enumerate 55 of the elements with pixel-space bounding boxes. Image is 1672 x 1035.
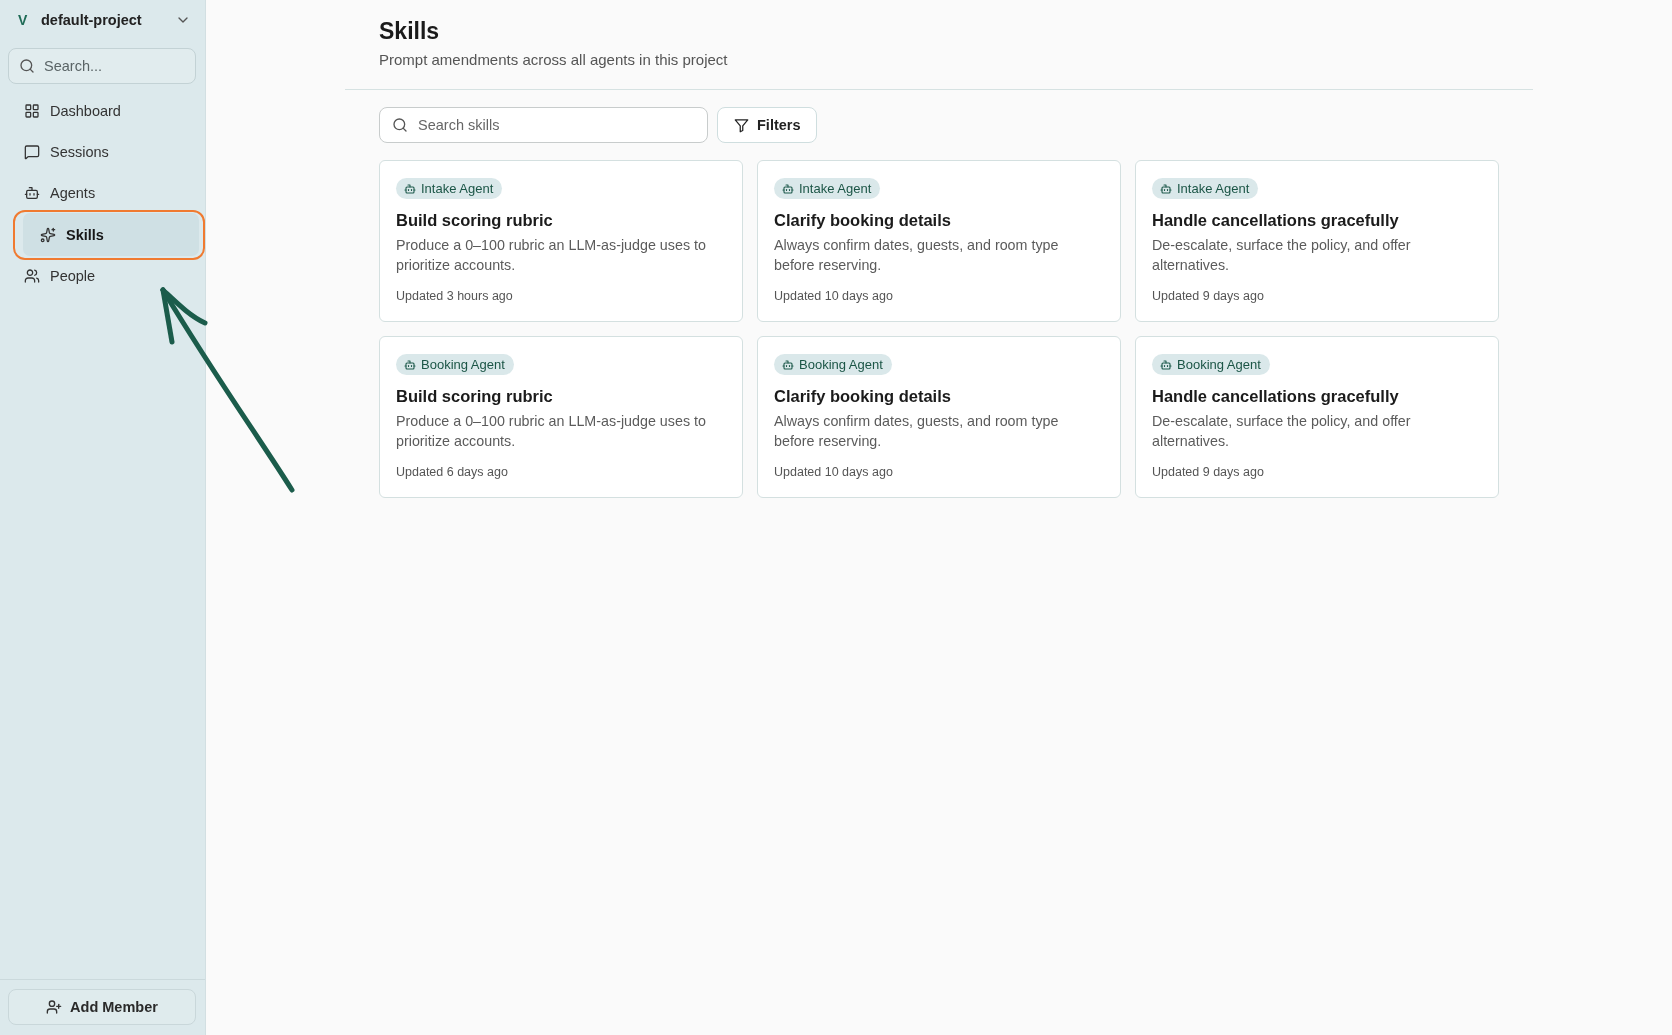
skill-description: De-escalate, surface the policy, and offer alternatives. <box>1152 412 1412 451</box>
robot-icon <box>404 182 416 195</box>
updated-time: Updated 6 days ago <box>396 464 508 480</box>
agent-tag: Booking Agent <box>396 354 514 375</box>
skill-card[interactable]: Intake Agent Build scoring rubric Produce a 0–100 rubric an LLM-as-judge uses to prioritize accounts. Updated 3 hours ago <box>379 160 743 322</box>
skill-card[interactable]: Intake Agent Handle cancellations gracefully De-escalate, surface the policy, and offer alternatives. Updated 9 days ago <box>1135 160 1499 322</box>
page-title: Skills <box>379 17 441 46</box>
agent-tag: Intake Agent <box>774 178 881 199</box>
search-field[interactable]: Search... <box>8 48 196 84</box>
user-plus-icon <box>46 999 63 1015</box>
skill-card[interactable]: Intake Agent Clarify booking details Always confirm dates, guests, and room type before reserving. Updated 10 days ago <box>757 160 1121 322</box>
page-subtitle: Prompt amendments across all agents in this project <box>379 50 729 70</box>
skill-title: Build scoring rubric <box>396 386 553 406</box>
skill-card[interactable]: Booking Agent Handle cancellations gracefully De-escalate, surface the policy, and offer alternatives. Updated 9 days ago <box>1135 336 1499 498</box>
robot-icon <box>24 185 40 201</box>
filters-button[interactable]: Filters <box>717 107 817 143</box>
skill-title: Handle cancellations gracefully <box>1152 386 1399 406</box>
updated-time: Updated 9 days ago <box>1152 288 1264 304</box>
grid-icon <box>24 103 40 119</box>
sparkles-icon <box>40 226 56 243</box>
robot-icon <box>1160 358 1172 371</box>
robot-icon <box>782 182 794 195</box>
skill-description: Always confirm dates, guests, and room type before reserving. <box>774 236 1060 275</box>
agent-tag: Intake Agent <box>1152 178 1259 199</box>
sidebar-nav-item[interactable]: Agents <box>8 178 196 208</box>
search-skills-field[interactable]: Search skills <box>379 107 708 143</box>
skill-title: Clarify booking details <box>774 386 951 406</box>
robot-icon <box>404 358 416 371</box>
updated-time: Updated 10 days ago <box>774 288 893 304</box>
skill-title: Build scoring rubric <box>396 210 553 230</box>
skill-title: Clarify booking details <box>774 210 951 230</box>
agent-tag: Booking Agent <box>1152 354 1270 375</box>
skill-description: Always confirm dates, guests, and room type before reserving. <box>774 412 1060 451</box>
updated-time: Updated 10 days ago <box>774 464 893 480</box>
skill-description: De-escalate, surface the policy, and offer alternatives. <box>1152 236 1412 275</box>
skill-card[interactable]: Booking Agent Clarify booking details Always confirm dates, guests, and room type before reserving. Updated 10 days ago <box>757 336 1121 498</box>
sidebar-nav-item[interactable]: Sessions <box>8 137 196 167</box>
project-name[interactable]: default-project <box>41 12 175 28</box>
skill-card[interactable]: Booking Agent Build scoring rubric Produce a 0–100 rubric an LLM-as-judge uses to prioritize accounts. Updated 6 days ago <box>379 336 743 498</box>
filter-icon <box>734 117 749 133</box>
updated-time: Updated 9 days ago <box>1152 464 1264 480</box>
skill-description: Produce a 0–100 rubric an LLM-as-judge uses to prioritize accounts. <box>396 412 707 451</box>
updated-time: Updated 3 hours ago <box>396 288 513 304</box>
sidebar-nav-item[interactable]: Dashboard <box>8 96 196 126</box>
project-initial: V <box>18 12 29 28</box>
robot-icon <box>782 358 794 371</box>
skill-description: Produce a 0–100 rubric an LLM-as-judge uses to prioritize accounts. <box>396 236 707 275</box>
agent-tag: Intake Agent <box>396 178 503 199</box>
agent-tag: Booking Agent <box>774 354 892 375</box>
skill-title: Handle cancellations gracefully <box>1152 210 1399 230</box>
sidebar-nav-item[interactable]: People <box>8 261 196 291</box>
robot-icon <box>1160 182 1172 195</box>
chat-bubble-icon <box>24 144 40 160</box>
add-member-button[interactable]: Add Member <box>8 989 196 1025</box>
people-icon <box>24 268 40 284</box>
